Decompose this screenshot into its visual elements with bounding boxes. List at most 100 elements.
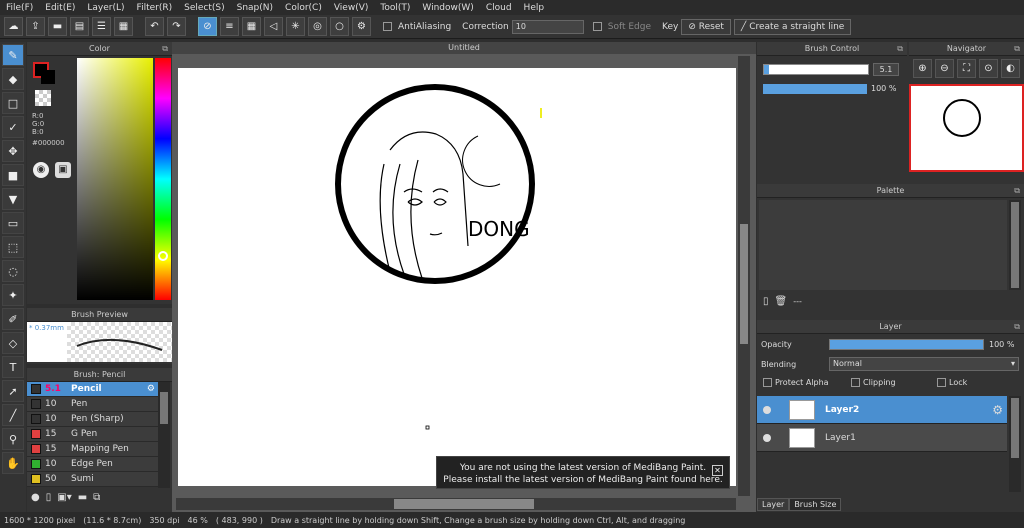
menu-edit[interactable]: Edit(E) [39,3,81,13]
menu-color[interactable]: Color(C) [279,3,328,13]
move-tool-icon[interactable]: ✥ [2,140,24,162]
zoom-out-icon[interactable]: ⊖ [935,59,954,78]
brush-folder-icon[interactable]: ▬ [78,492,87,503]
popout-icon[interactable]: ⧉ [897,42,903,56]
layer-row-layer2[interactable]: Layer2 ⚙ [757,396,1007,424]
brush-settings-icon[interactable]: ⚙ [147,384,155,394]
lock-option[interactable]: Lock [937,378,967,387]
brush-options-icon[interactable]: ▣▾ [57,492,71,503]
magic-wand-tool-icon[interactable]: ✦ [2,284,24,306]
layer-opacity-slider[interactable] [829,339,984,350]
hue-slider-handle[interactable] [158,251,168,261]
brush-size-value[interactable]: 5.1 [873,63,899,76]
divide-tool-icon[interactable]: ╱ [2,404,24,426]
brush-item-pen-sharp[interactable]: 10 Pen (Sharp) [27,412,158,427]
color-history-icon[interactable]: ▣ [55,162,71,178]
text-tool-icon[interactable]: T [2,356,24,378]
brush-item-pencil[interactable]: 5.1 Pencil ⚙ [27,382,158,397]
rotate-icon[interactable]: ◐ [1001,59,1020,78]
upload-icon[interactable]: ⇪ [26,17,45,36]
snap-radial-icon[interactable]: ✳ [286,17,305,36]
layout-icon[interactable]: ▤ [70,17,89,36]
canvas-vertical-scrollbar[interactable] [738,56,750,496]
brush-new-icon[interactable]: ▯ [46,492,52,503]
brush-item-pen[interactable]: 10 Pen [27,397,158,412]
menu-help[interactable]: Help [518,3,551,13]
zoom-in-icon[interactable]: ⊕ [913,59,932,78]
redo-icon[interactable]: ↷ [167,17,186,36]
transparent-color-swatch[interactable] [35,90,51,106]
brush-item-sumi[interactable]: 50 Sumi [27,472,158,487]
cloud-icon[interactable]: ☁ [4,17,23,36]
visibility-icon[interactable] [763,405,771,414]
brush-opacity-slider[interactable] [763,84,867,94]
visibility-icon[interactable] [763,433,771,442]
background-color-swatch[interactable] [41,70,55,84]
layer-row-layer1[interactable]: Layer1 [757,424,1007,452]
snap-settings-icon[interactable]: ⚙ [352,17,371,36]
color-wheel-icon[interactable]: ◉ [33,162,49,178]
popout-icon[interactable]: ⧉ [1014,42,1020,56]
soft-edge-checkbox[interactable] [592,22,602,31]
create-straight-line-button[interactable]: ╱ Create a straight line [733,18,852,35]
protect-alpha-checkbox[interactable] [763,378,772,387]
navigator-preview[interactable] [909,84,1024,172]
blending-select[interactable]: Normal ▾ [829,357,1019,371]
rect-select-tool-icon[interactable]: ⬚ [2,236,24,258]
brush-tool-icon[interactable]: ✎ [2,44,24,66]
menu-tool[interactable]: Tool(T) [374,3,416,13]
brush-add-icon[interactable]: ● [31,492,40,503]
select-eraser-tool-icon[interactable]: ◇ [2,332,24,354]
comment-icon[interactable]: ▬ [48,17,67,36]
menu-snap[interactable]: Snap(N) [231,3,279,13]
clipping-option[interactable]: Clipping [851,378,896,387]
canvas-vertical-scroll-thumb[interactable] [740,224,748,344]
select-pen-tool-icon[interactable]: ✐ [2,308,24,330]
operation-tool-icon[interactable]: ➚ [2,380,24,402]
tab-brush-size[interactable]: Brush Size [789,498,842,511]
brush-size-slider[interactable] [763,64,869,75]
drawing-canvas[interactable]: DONG [178,68,736,486]
menu-cloud[interactable]: Cloud [480,3,518,13]
list-icon[interactable]: ☰ [92,17,111,36]
tab-layer[interactable]: Layer [757,498,790,511]
snap-parallel-icon[interactable]: ≡ [220,17,239,36]
canvas-tab[interactable]: Untitled [172,42,756,54]
popout-icon[interactable]: ⧉ [162,42,168,56]
popout-icon[interactable]: ⧉ [1014,184,1020,198]
menu-window[interactable]: Window(W) [416,3,479,13]
lock-checkbox[interactable] [937,378,946,387]
snap-crisscross-icon[interactable]: ▦ [242,17,261,36]
layer-list-scrollbar[interactable] [1009,396,1021,492]
palette-scroll-thumb[interactable] [1011,202,1019,288]
dot-tool-icon[interactable]: □ [2,92,24,114]
brush-item-g-pen[interactable]: 15 G Pen [27,427,158,442]
snap-circle-icon[interactable]: ○ [330,17,349,36]
snap-concentric-icon[interactable]: ◎ [308,17,327,36]
brush-item-mapping-pen[interactable]: 15 Mapping Pen [27,442,158,457]
menu-select[interactable]: Select(S) [178,3,231,13]
palette-scrollbar[interactable] [1009,200,1021,290]
reset-button[interactable]: ⊘ Reset [681,18,731,35]
eraser-tool-icon[interactable]: ◆ [2,68,24,90]
hue-slider[interactable] [155,58,171,300]
fit-icon[interactable]: ⛶ [957,59,976,78]
brush-copy-icon[interactable]: ⧉ [93,492,100,503]
layer-settings-icon[interactable]: ⚙ [992,403,1003,417]
update-notice[interactable]: You are not using the latest version of … [436,456,730,489]
bucket-tool-icon[interactable]: ▼ [2,188,24,210]
eyedropper-tool-icon[interactable]: ⚲ [2,428,24,450]
protect-alpha-option[interactable]: Protect Alpha [763,378,829,387]
clipping-checkbox[interactable] [851,378,860,387]
palette-new-icon[interactable]: ▯ [763,296,769,307]
select-tool-icon[interactable]: ✓ [2,116,24,138]
snap-vanishing-icon[interactable]: ◁ [264,17,283,36]
antialiasing-checkbox[interactable] [383,22,392,31]
brush-list-scrollbar[interactable] [158,382,170,488]
actual-size-icon[interactable]: ⊙ [979,59,998,78]
close-icon[interactable]: ✕ [712,465,723,476]
menu-filter[interactable]: Filter(R) [131,3,179,13]
canvas-horizontal-scrollbar[interactable] [176,498,736,510]
lasso-tool-icon[interactable]: ◌ [2,260,24,282]
fill-rect-tool-icon[interactable]: ■ [2,164,24,186]
